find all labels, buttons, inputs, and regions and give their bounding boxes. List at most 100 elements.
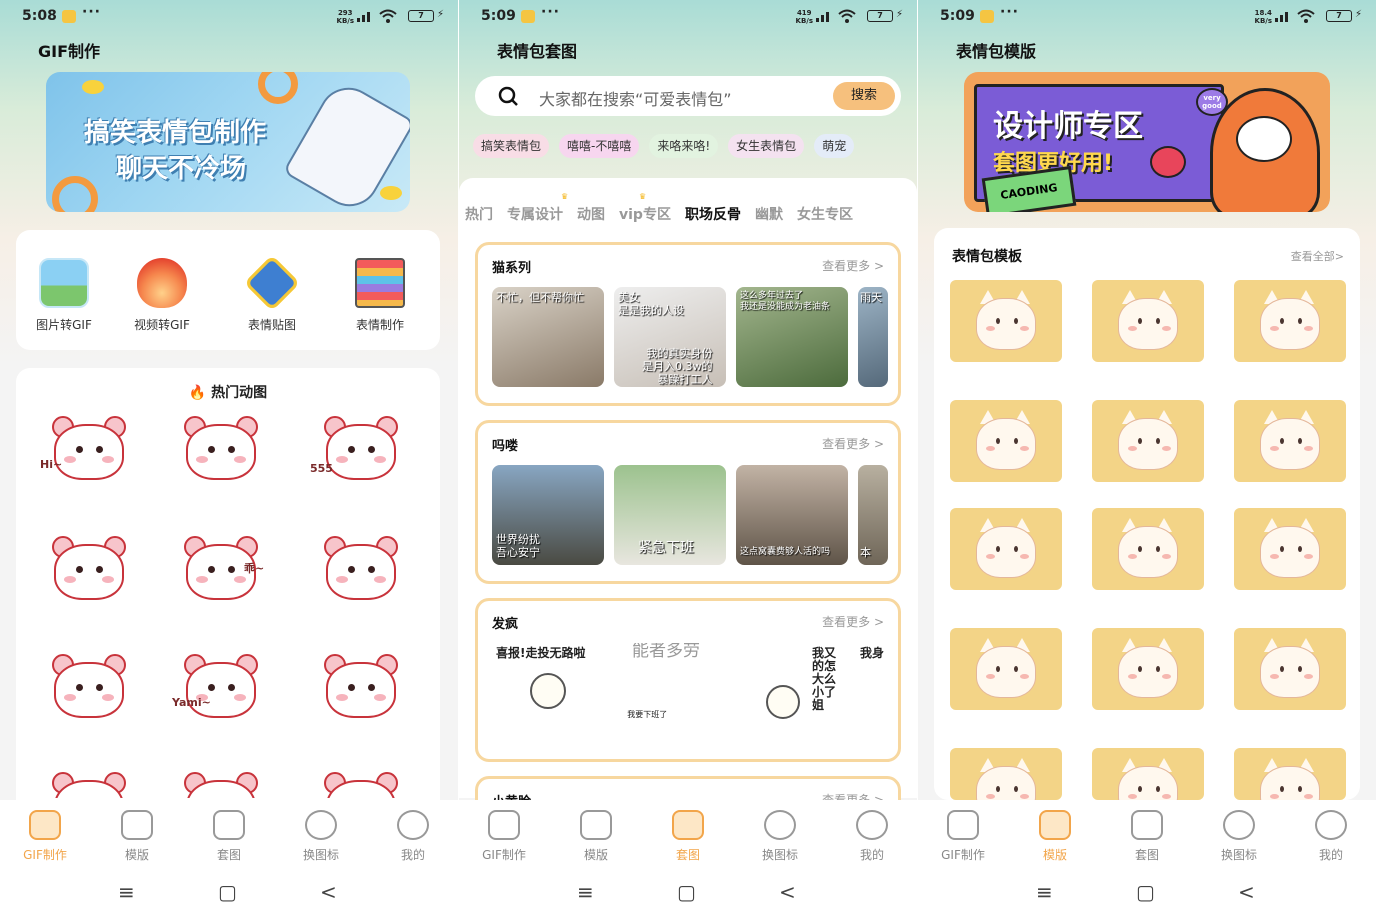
series-card-monkey[interactable]: 吗喽 查看更多 > 世界纷扰 吾心安宁 紧急下班 这点窝囊费够人活的吗 本	[475, 420, 901, 584]
cat-template[interactable]	[1092, 400, 1204, 482]
tab-gif-maker[interactable]: GIF制作	[928, 810, 998, 863]
chip[interactable]: 来咯来咯!	[649, 134, 719, 158]
bear-gif[interactable]	[44, 766, 134, 798]
tab-profile[interactable]: 我的	[378, 810, 448, 863]
bear-gif[interactable]	[44, 648, 134, 728]
tab-image-sets[interactable]: 套图	[653, 810, 723, 863]
more-notifications-icon: ···	[82, 4, 101, 20]
tab-hot[interactable]: 热门	[465, 204, 493, 224]
view-all-link[interactable]: 查看全部>	[1291, 248, 1344, 264]
bear-gif[interactable]: Yami~	[172, 648, 266, 728]
meme-thumbnail[interactable]: 雨天	[858, 287, 888, 387]
chip[interactable]: 萌宠	[814, 134, 855, 158]
tab-image-sets[interactable]: 套图	[194, 810, 264, 863]
home-button[interactable]: ▢	[218, 880, 237, 904]
meme-caption: 我身	[860, 646, 885, 660]
cat-template[interactable]	[1234, 280, 1346, 362]
tab-vip[interactable]: ♛ vip专区	[619, 192, 671, 224]
back-button[interactable]: <	[779, 880, 796, 904]
tab-girls[interactable]: 女生专区	[797, 204, 853, 224]
cat-part	[1260, 298, 1320, 350]
bear-part	[234, 694, 246, 701]
back-button[interactable]: <	[1238, 880, 1255, 904]
cat-template[interactable]	[1092, 628, 1204, 710]
menu-button[interactable]: ≡	[1036, 880, 1053, 904]
search-bar[interactable]: 大家都在搜索“可爱表情包” 搜索	[475, 76, 901, 116]
cat-template[interactable]	[1234, 400, 1346, 482]
series-card-crazy[interactable]: 发疯 查看更多 > 喜报!走投无路啦 能者多劳我要下班了 那你能吧 我不能 我又…	[475, 598, 901, 762]
see-more-link[interactable]: 查看更多 >	[822, 257, 884, 274]
cat-template[interactable]	[1234, 628, 1346, 710]
bear-gif[interactable]	[316, 766, 406, 798]
meme-thumbnail[interactable]: 我身	[858, 643, 888, 743]
search-button[interactable]: 搜索	[833, 82, 895, 110]
tab-exclusive[interactable]: ♛ 专属设计	[507, 192, 568, 224]
tab-change-icon[interactable]: 换图标	[745, 810, 815, 863]
bear-gif[interactable]	[176, 766, 266, 798]
chip[interactable]: 嘻嘻-不嘻嘻	[559, 134, 640, 158]
meme-thumbnail[interactable]: 世界纷扰 吾心安宁	[492, 465, 604, 565]
notification-icon	[980, 10, 994, 23]
home-button[interactable]: ▢	[677, 880, 696, 904]
bear-gif[interactable]	[44, 530, 134, 610]
bear-gif[interactable]	[176, 410, 266, 490]
tool-video-to-gif[interactable]: 视频转GIF	[114, 258, 210, 333]
tab-gif-maker[interactable]: GIF制作	[469, 810, 539, 863]
bear-gif[interactable]	[316, 530, 406, 610]
back-button[interactable]: <	[320, 880, 337, 904]
chip[interactable]: 女生表情包	[728, 134, 805, 158]
home-button[interactable]: ▢	[1136, 880, 1155, 904]
cat-template[interactable]	[950, 400, 1062, 482]
tab-animated[interactable]: 动图	[577, 204, 605, 224]
cat-template[interactable]	[1092, 508, 1204, 590]
promo-banner[interactable]: 搞笑表情包制作 聊天不冷场	[46, 72, 410, 212]
bear-gif[interactable]	[316, 648, 406, 728]
meme-thumbnail[interactable]: 喜报!走投无路啦	[492, 643, 604, 743]
bear-gif[interactable]: 555	[310, 410, 406, 490]
tab-humor[interactable]: 幽默	[755, 204, 783, 224]
swap-icon	[764, 810, 796, 840]
tool-meme-maker[interactable]: 表情制作	[332, 258, 428, 333]
bear-gif[interactable]: 乖~	[176, 530, 266, 610]
cat-template[interactable]	[950, 628, 1062, 710]
tab-change-icon[interactable]: 换图标	[286, 810, 356, 863]
see-more-link[interactable]: 查看更多 >	[822, 613, 884, 630]
tab-templates[interactable]: 模版	[561, 810, 631, 863]
bear-part	[374, 456, 386, 463]
cat-template[interactable]	[950, 280, 1062, 362]
tab-change-icon[interactable]: 换图标	[1204, 810, 1274, 863]
tab-profile[interactable]: 我的	[1296, 810, 1366, 863]
tool-sticker[interactable]: 表情贴图	[224, 254, 320, 333]
tab-image-sets[interactable]: 套图	[1112, 810, 1182, 863]
cat-part	[1014, 666, 1018, 672]
tool-image-to-gif[interactable]: 图片转GIF	[16, 258, 112, 333]
menu-button[interactable]: ≡	[118, 880, 135, 904]
meme-thumbnail[interactable]: 这点窝囊费够人活的吗	[736, 465, 848, 565]
meme-thumbnail[interactable]: 能者多劳我要下班了 那你能吧 我不能	[614, 643, 726, 743]
bear-gif[interactable]: Hi~	[40, 410, 134, 490]
chip[interactable]: 搞笑表情包	[473, 134, 550, 158]
cat-part	[1304, 446, 1313, 451]
cat-part	[986, 554, 995, 559]
tab-templates[interactable]: 模版	[102, 810, 172, 863]
tab-gif-maker[interactable]: GIF制作	[10, 810, 80, 863]
series-card-cats[interactable]: 猫系列 查看更多 > 不忙，但不帮你忙 美女 是是我的人设 这么多年过去了 我还…	[475, 242, 901, 406]
tab-profile[interactable]: 我的	[837, 810, 907, 863]
tab-workplace[interactable]: 职场反骨	[685, 204, 741, 226]
cat-template[interactable]	[950, 748, 1062, 800]
meme-thumbnail[interactable]: 这么多年过去了 我还是没能成为老油条	[736, 287, 848, 387]
meme-thumbnail[interactable]: 本	[858, 465, 888, 565]
cat-template[interactable]	[1234, 508, 1346, 590]
cat-template[interactable]	[1234, 748, 1346, 800]
cat-template[interactable]	[950, 508, 1062, 590]
tab-templates[interactable]: 模版	[1020, 810, 1090, 863]
cat-template[interactable]	[1092, 748, 1204, 800]
page-title: GIF制作	[38, 42, 101, 61]
designer-banner[interactable]: 设计师专区 套图更好用! very good CAODING	[964, 72, 1330, 212]
meme-thumbnail[interactable]: 我又 的怎 大么 小了 姐	[736, 643, 848, 743]
menu-button[interactable]: ≡	[577, 880, 594, 904]
meme-thumbnail[interactable]: 不忙，但不帮你忙	[492, 287, 604, 387]
meme-thumbnail[interactable]: 紧急下班	[614, 465, 726, 565]
see-more-link[interactable]: 查看更多 >	[822, 435, 884, 452]
cat-template[interactable]	[1092, 280, 1204, 362]
